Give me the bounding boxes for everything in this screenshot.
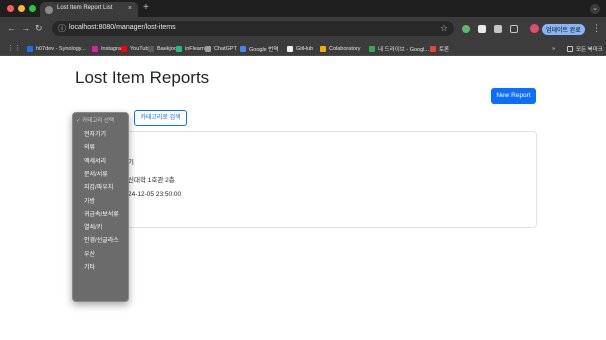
bookmark-favicon-icon: [320, 45, 326, 52]
bookmark-item[interactable]: Colaboratory: [320, 44, 361, 53]
category-option[interactable]: 의류: [84, 142, 95, 151]
bookmark-favicon-icon: [121, 45, 127, 52]
bookmark-label: 내 드라이브 - Googl...: [378, 46, 429, 53]
browser-toolbar: ← → ↻ ⓘ localhost:8080/manager/lost-item…: [0, 17, 606, 41]
bookmark-label: Colaboratory: [329, 45, 361, 52]
bookmark-item[interactable]: Google 번역: [240, 44, 278, 53]
address-bar[interactable]: ⓘ localhost:8080/manager/lost-items ☆: [52, 21, 454, 36]
tab-title: Lost Item Report List: [57, 5, 113, 11]
bookmark-label: GitHub: [296, 45, 314, 52]
bookmark-item[interactable]: ChatGPT: [205, 44, 237, 53]
category-option[interactable]: 가방: [84, 196, 95, 205]
category-option[interactable]: 안경/선글라스: [84, 235, 119, 244]
extension-reader-icon[interactable]: [478, 25, 486, 33]
bookmark-favicon-icon: [92, 45, 98, 52]
bookmark-label: 토론: [439, 46, 450, 53]
bookmark-item[interactable]: GitHub: [287, 44, 313, 53]
bookmark-favicon-icon: [27, 45, 33, 52]
tab-search-icon[interactable]: ⌄: [590, 4, 600, 14]
category-select-placeholder[interactable]: ✓ 카테고리 선택: [73, 116, 128, 127]
bookmark-item[interactable]: 토론: [430, 44, 449, 53]
bookmark-favicon-icon: [205, 45, 211, 52]
bookmark-label: h07dev - Synology...: [36, 45, 86, 52]
category-option[interactable]: 우산: [84, 249, 95, 258]
update-complete-badge[interactable]: 업데이트 완료: [542, 24, 585, 35]
tab-close-button[interactable]: ×: [128, 5, 132, 12]
active-tab[interactable]: Lost Item Report List ×: [40, 2, 138, 17]
bookmark-item[interactable]: inFlearn: [176, 44, 205, 53]
category-select-dropdown[interactable]: ✓ 카테고리 선택 전자기기의류액세서리문서/서류지갑/파우치가방귀금속/보석류…: [72, 112, 129, 302]
globe-icon: [45, 6, 53, 14]
browser-tab-strip: Lost Item Report List × + ⌄: [0, 0, 606, 17]
category-option[interactable]: 귀금속/보석류: [84, 209, 119, 218]
apps-grid-icon[interactable]: ⋮⋮: [7, 44, 21, 52]
page-title: Lost Item Reports: [75, 68, 210, 87]
bookmark-favicon-icon: [430, 45, 436, 52]
close-window-button[interactable]: [7, 5, 14, 12]
new-tab-button[interactable]: +: [143, 2, 149, 13]
side-panel-icon[interactable]: [510, 25, 518, 33]
reload-icon[interactable]: ↻: [35, 23, 43, 34]
minimize-window-button[interactable]: [18, 5, 25, 12]
category-option[interactable]: 문서/서류: [84, 169, 108, 178]
card-item-datetime: 24-12-05 23:50:00: [128, 191, 182, 198]
extension-puzzle-icon[interactable]: [494, 25, 502, 33]
profile-avatar[interactable]: [530, 24, 539, 33]
bookmark-favicon-icon: [148, 45, 154, 52]
new-report-button[interactable]: New Report: [491, 88, 536, 104]
category-option[interactable]: 전자기기: [84, 129, 106, 138]
back-arrow-icon[interactable]: ←: [7, 23, 16, 33]
card-item-location: 신대학 1호관 2층: [128, 177, 175, 184]
folder-icon: [567, 45, 573, 52]
bookmark-favicon-icon: [176, 45, 182, 52]
category-option[interactable]: 기타: [84, 262, 95, 271]
site-info-icon[interactable]: ⓘ: [58, 23, 66, 34]
bookmark-favicon-icon: [240, 45, 246, 52]
maximize-window-button[interactable]: [29, 5, 36, 12]
extension-shield-icon[interactable]: [462, 25, 470, 33]
bookmarks-overflow-button[interactable]: »: [552, 44, 555, 53]
bookmark-favicon-icon: [369, 45, 375, 52]
bookmark-star-icon[interactable]: ☆: [440, 23, 448, 34]
bookmark-item[interactable]: h07dev - Synology...: [27, 44, 86, 53]
page-content: Lost Item Reports New Report 카테고리로 검색 기 …: [0, 56, 606, 340]
category-option[interactable]: 열쇠/키: [84, 222, 102, 231]
bookmark-label: ChatGPT: [214, 45, 237, 52]
browser-menu-icon[interactable]: ⋮: [592, 23, 601, 34]
forward-arrow-icon[interactable]: →: [21, 23, 30, 33]
bookmark-favicon-icon: [287, 45, 293, 52]
all-bookmarks-label: 모든 북마크: [576, 46, 603, 53]
url-text[interactable]: localhost:8080/manager/lost-items: [69, 24, 176, 31]
bookmarks-bar: ⋮⋮ h07dev - Synology... Instagram YouTube B…: [0, 41, 606, 56]
category-option[interactable]: 지갑/파우치: [84, 182, 113, 191]
bookmark-label: Google 번역: [249, 46, 279, 53]
bookmark-label: inFlearn: [185, 45, 205, 52]
category-option[interactable]: 액세서리: [84, 156, 106, 165]
bookmark-item[interactable]: 내 드라이브 - Googl...: [369, 44, 429, 53]
all-bookmarks-folder[interactable]: 모든 북마크: [567, 44, 603, 53]
search-by-category-button[interactable]: 카테고리로 검색: [134, 110, 187, 126]
